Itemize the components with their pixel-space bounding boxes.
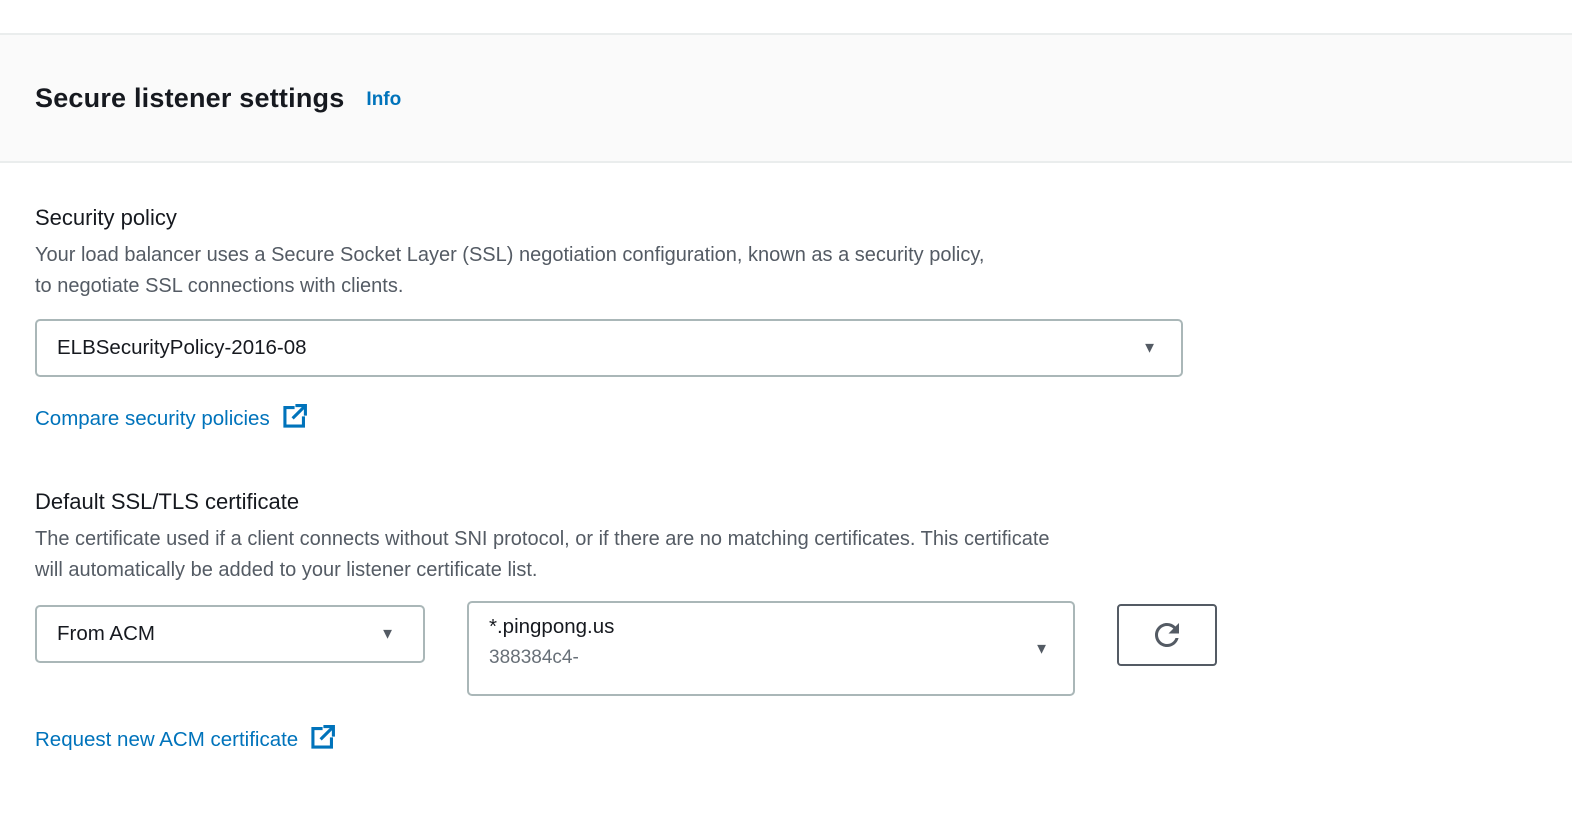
refresh-certificates-button[interactable] (1117, 604, 1217, 666)
compare-link-row: Compare security policies (35, 403, 1537, 435)
dropdown-arrow-icon: ▼ (380, 626, 395, 643)
certificate-name: *.pingpong.us (489, 615, 1053, 639)
dropdown-arrow-icon: ▼ (1142, 340, 1157, 357)
certificate-source-selected-value: From ACM (57, 622, 155, 646)
default-certificate-description-line1: The certificate used if a client connect… (35, 524, 1537, 555)
default-certificate-description-line2: will automatically be added to your list… (35, 555, 1537, 586)
security-policy-description-line2: to negotiate SSL connections with client… (35, 271, 1537, 302)
request-new-acm-certificate-link[interactable]: Request new ACM certificate (35, 724, 336, 756)
external-link-icon (310, 724, 336, 756)
request-new-acm-certificate-link-label: Request new ACM certificate (35, 728, 298, 752)
default-certificate-label: Default SSL/TLS certificate (35, 489, 1537, 515)
info-link[interactable]: Info (366, 89, 401, 111)
request-link-row: Request new ACM certificate (35, 724, 1537, 756)
compare-security-policies-link-label: Compare security policies (35, 407, 270, 431)
panel-header: Secure listener settings Info (0, 33, 1572, 163)
security-policy-selected-value: ELBSecurityPolicy-2016-08 (57, 336, 307, 360)
certificate-select[interactable]: *.pingpong.us 388384c4- ▼ (467, 601, 1075, 696)
security-policy-description: Your load balancer uses a Secure Socket … (35, 240, 1537, 302)
security-policy-select[interactable]: ELBSecurityPolicy-2016-08 ▼ (35, 319, 1183, 377)
security-policy-description-line1: Your load balancer uses a Secure Socket … (35, 240, 1537, 271)
security-policy-field: Security policy Your load balancer uses … (35, 205, 1537, 435)
default-certificate-description: The certificate used if a client connect… (35, 524, 1537, 586)
security-policy-label: Security policy (35, 205, 1537, 231)
certificate-id: 388384c4- (489, 647, 1053, 669)
certificate-source-select[interactable]: From ACM ▼ (35, 605, 425, 663)
default-certificate-field: Default SSL/TLS certificate The certific… (35, 489, 1537, 756)
compare-security-policies-link[interactable]: Compare security policies (35, 403, 308, 435)
panel-body: Security policy Your load balancer uses … (0, 163, 1572, 756)
refresh-icon (1149, 617, 1185, 653)
certificate-controls-row: From ACM ▼ *.pingpong.us 388384c4- ▼ (35, 601, 1537, 696)
page-title: Secure listener settings (35, 83, 344, 114)
external-link-icon (282, 403, 308, 435)
